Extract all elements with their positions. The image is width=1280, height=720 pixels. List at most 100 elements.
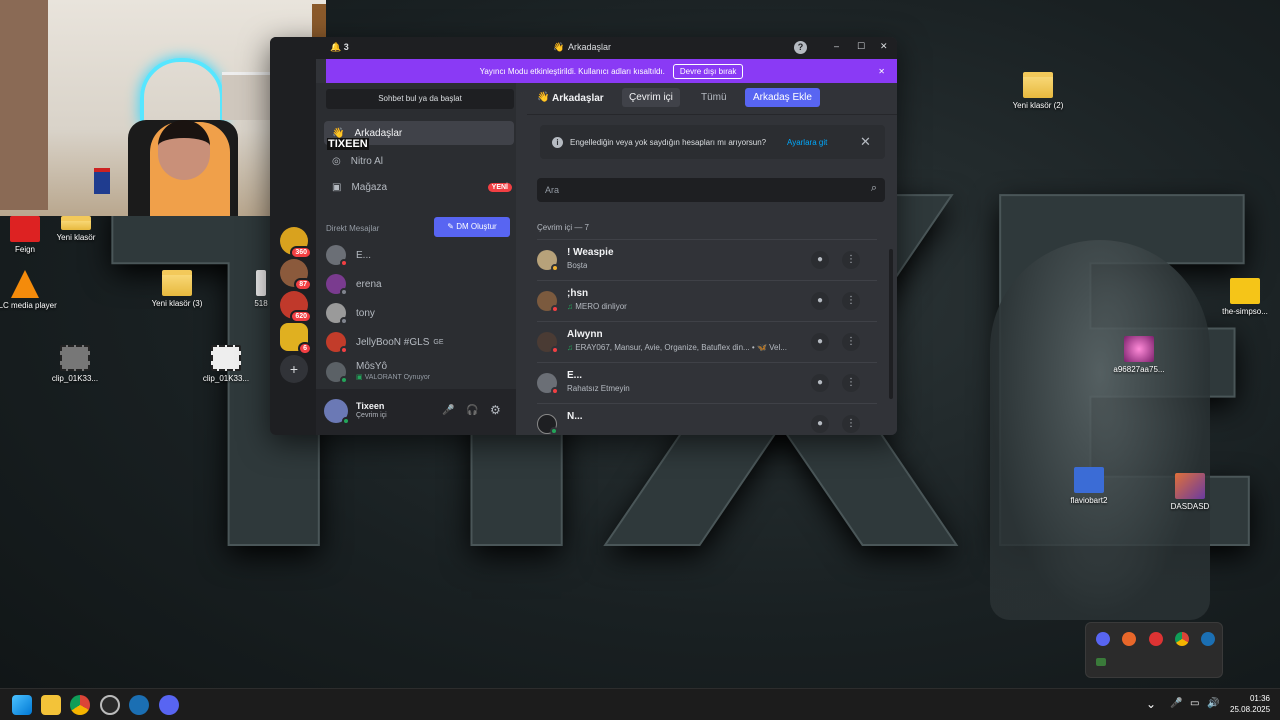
avatar[interactable] — [324, 399, 350, 425]
server-icon[interactable]: 6 — [280, 323, 312, 355]
chrome-icon[interactable] — [70, 695, 90, 715]
server-icon[interactable]: 360 — [280, 227, 312, 259]
add-friend-button[interactable]: Arkadaş Ekle — [745, 88, 820, 107]
desktop-icon-vlc[interactable]: VLC media player — [0, 270, 61, 311]
desktop-icon-clip-2[interactable]: clip_01K33... — [190, 345, 262, 384]
friends-header: 👋 Arkadaşlar Çevrim içi Tümü Arkadaş Ekl… — [527, 83, 897, 115]
more-icon[interactable]: ⋮ — [842, 415, 860, 433]
friend-row[interactable]: E... Rahatsız Etmeyin ● ⋮ — [537, 362, 877, 403]
image-file-icon — [1175, 473, 1205, 499]
volume-icon[interactable]: 🔊 — [1207, 698, 1219, 709]
network-icon[interactable]: ▭ — [1190, 698, 1199, 709]
microphone-icon[interactable]: 🎤 — [442, 405, 454, 416]
music-icon: ♫ — [567, 302, 576, 311]
nav-shop[interactable]: ▣ Mağaza YENİ — [324, 175, 514, 199]
nitro-icon: ◎ — [332, 155, 341, 167]
app-tray-icon[interactable] — [1149, 632, 1163, 646]
image-file-icon — [1074, 467, 1104, 493]
friends-search[interactable]: Ara ⌕ — [537, 178, 885, 202]
friend-row[interactable]: Alwynn ♫ ERAY067, Mansur, Avie, Organize… — [537, 321, 877, 362]
message-icon[interactable]: ● — [811, 292, 829, 310]
dm-item[interactable]: erena — [326, 274, 382, 296]
vlc-icon — [11, 270, 39, 298]
windows-start-icon[interactable] — [12, 695, 32, 715]
desktop-icon-yeni-klasor[interactable]: Yeni klasör — [40, 216, 112, 243]
taskbar: ⌄ 🎤 ▭ 🔊 01:36 25.08.2025 — [0, 688, 1280, 720]
header-title: Arkadaşlar — [552, 93, 604, 104]
wallpaper-statue — [990, 240, 1210, 620]
more-icon[interactable]: ⋮ — [842, 333, 860, 351]
disable-streamer-mode-button[interactable]: Devre dışı bırak — [672, 63, 744, 79]
server-icon[interactable]: 620 — [280, 291, 312, 323]
webcam-label: TIXEEN — [327, 138, 369, 150]
avatar — [537, 250, 559, 272]
user-panel: Tixeen Çevrim içi 🎤 🎧 ⚙ — [316, 389, 516, 435]
blocked-notice: i Engellediğin veya yok saydığın hesapla… — [540, 125, 885, 159]
message-icon[interactable]: ● — [811, 333, 829, 351]
dm-item[interactable]: MôsYô ▣ VALORANT Oynuyor — [326, 361, 430, 384]
app-icon[interactable] — [129, 695, 149, 715]
image-file-icon — [1124, 336, 1154, 362]
desktop-icon-yeni-klasor-2[interactable]: Yeni klasör (2) — [1002, 72, 1074, 111]
inbox-icon[interactable]: 🔔 3 — [330, 42, 349, 53]
microphone-icon[interactable]: 🎤 — [1170, 698, 1182, 709]
window-title: Arkadaşlar — [568, 42, 612, 52]
app-tray-icon[interactable] — [1122, 632, 1136, 646]
settings-icon[interactable]: ⚙ — [490, 403, 501, 417]
app-tray-icon[interactable] — [1096, 658, 1106, 666]
settings-link[interactable]: Ayarlara git — [787, 138, 827, 147]
chrome-tray-icon[interactable] — [1175, 632, 1189, 646]
minimize-button[interactable]: – — [834, 41, 839, 51]
dm-item[interactable]: E... — [326, 245, 371, 267]
tab-all[interactable]: Tümü — [701, 92, 727, 103]
desktop-icon-clip-1[interactable]: clip_01K33... — [39, 345, 111, 384]
app-icon[interactable] — [100, 695, 120, 715]
tray-chevron-icon[interactable]: ⌄ — [1146, 697, 1156, 711]
message-icon[interactable]: ● — [811, 251, 829, 269]
desktop-icon-dasdasd[interactable]: DASDASD — [1154, 473, 1226, 512]
dm-item[interactable]: tony — [326, 303, 375, 325]
server-icon[interactable]: 87 — [280, 259, 312, 291]
desktop-icon-flaviobart2[interactable]: flaviobart2 — [1053, 467, 1125, 506]
message-icon[interactable]: ● — [811, 415, 829, 433]
friend-row[interactable]: ;hsn ♫ MERO dinliyor ● ⋮ — [537, 280, 877, 321]
maximize-button[interactable]: ☐ — [857, 41, 865, 52]
help-icon[interactable]: ? — [794, 41, 807, 54]
friends-icon: 👋 — [537, 92, 550, 103]
nav-nitro[interactable]: ◎ Nitro Al — [324, 149, 514, 173]
clock[interactable]: 01:36 25.08.2025 — [1230, 693, 1270, 715]
headset-icon[interactable]: 🎧 — [466, 405, 478, 416]
search-icon: ⌕ — [870, 182, 877, 194]
friend-row[interactable]: N... ● ⋮ — [537, 403, 877, 435]
message-icon[interactable]: ● — [811, 374, 829, 392]
more-icon[interactable]: ⋮ — [842, 292, 860, 310]
avatar — [326, 303, 348, 325]
notice-close-icon[interactable]: ✕ — [860, 134, 871, 150]
friends-icon: 👋 — [553, 42, 565, 52]
conversation-search[interactable]: Sohbet bul ya da başlat — [326, 89, 514, 109]
dm-item[interactable]: JellyBooN #GLS GE — [326, 332, 444, 354]
close-button[interactable]: ✕ — [880, 41, 888, 52]
shop-icon: ▣ — [332, 181, 342, 193]
tab-online[interactable]: Çevrim içi — [622, 88, 680, 107]
desktop-icon-a96827[interactable]: a96827aa75... — [1103, 336, 1175, 375]
more-icon[interactable]: ⋮ — [842, 374, 860, 392]
banner-close-icon[interactable]: ✕ — [878, 67, 885, 76]
online-count: Çevrim içi — 7 — [537, 223, 590, 232]
avatar — [537, 414, 558, 435]
discord-taskbar-icon[interactable] — [159, 695, 179, 715]
desktop-icon-yeni-klasor-3[interactable]: Yeni klasör (3) — [141, 270, 213, 309]
steam-tray-icon[interactable] — [1201, 632, 1215, 646]
discord-tray-icon[interactable] — [1096, 632, 1110, 646]
folder-icon — [1023, 72, 1053, 98]
add-server-icon[interactable]: + — [280, 355, 308, 383]
avatar — [326, 362, 348, 384]
create-dm-button[interactable]: ✎ DM Oluştur — [434, 217, 510, 237]
friend-row[interactable]: ! Weaspie Boşta ● ⋮ — [537, 239, 877, 280]
more-icon[interactable]: ⋮ — [842, 251, 860, 269]
desktop-icon-simpsons[interactable]: the-simpso... — [1205, 278, 1280, 317]
discord-window[interactable]: 🔔 3 👋 Arkadaşlar ? – ☐ ✕ Yayıncı Modu et… — [270, 37, 897, 435]
file-explorer-icon[interactable] — [41, 695, 61, 715]
dm-header: Direkt Mesajlar — [326, 224, 380, 233]
scrollbar[interactable] — [889, 249, 893, 399]
